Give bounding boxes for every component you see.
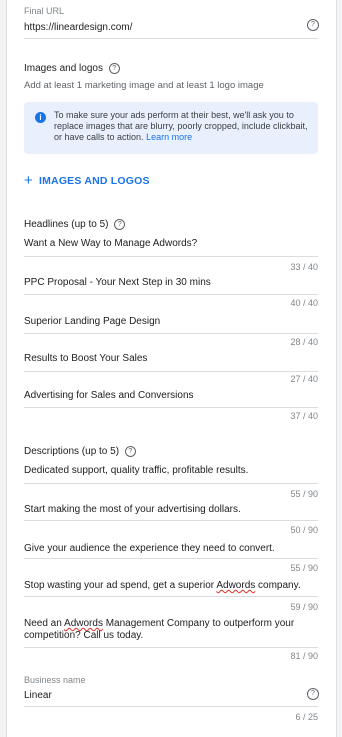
left-frame-border — [0, 0, 7, 737]
descriptions-title-text: Descriptions (up to 5) — [24, 446, 120, 457]
headlines-section-title: Headlines (up to 5) ? — [24, 219, 126, 230]
description-counter-4: 59 / 90 — [290, 602, 318, 612]
description-4-misspelled-word: Adwords — [216, 580, 256, 591]
add-images-label: IMAGES AND LOGOS — [38, 175, 150, 187]
description-underline-2 — [24, 520, 318, 521]
images-help-icon[interactable]: ? — [108, 63, 120, 74]
headline-input-4[interactable]: Results to Boost Your Sales — [24, 353, 147, 364]
description-input-3[interactable]: Give your audience the experience they n… — [24, 543, 275, 554]
business-name-label: Business name — [24, 675, 86, 685]
description-underline-3 — [24, 558, 318, 559]
headline-input-1[interactable]: Want a New Way to Manage Adwords? — [24, 238, 197, 249]
right-frame-border — [336, 0, 342, 737]
description-counter-5: 81 / 90 — [290, 651, 318, 661]
images-section-title: Images and logos ? — [24, 63, 120, 74]
add-images-and-logos-button[interactable]: + IMAGES AND LOGOS — [24, 173, 150, 189]
description-4-part-c: company. — [255, 580, 301, 591]
description-underline-4 — [24, 596, 318, 597]
final-url-help-icon[interactable]: ? — [307, 19, 319, 31]
plus-icon: + — [24, 172, 33, 189]
headline-input-5[interactable]: Advertising for Sales and Conversions — [24, 390, 194, 401]
description-5-line-2: competition? Call us today. — [24, 630, 144, 641]
images-title-text: Images and logos — [24, 63, 103, 74]
descriptions-section-title: Descriptions (up to 5) ? — [24, 446, 136, 457]
headline-counter-2: 40 / 40 — [290, 298, 318, 308]
description-underline-5 — [24, 647, 318, 648]
description-5-part-a: Need an — [24, 618, 65, 629]
headline-underline-2 — [24, 294, 318, 295]
description-5-part-c: Management Company to outperform your — [102, 618, 295, 629]
headline-underline-4 — [24, 371, 318, 372]
business-name-help-icon[interactable]: ? — [307, 688, 319, 700]
description-counter-1: 55 / 90 — [290, 489, 318, 499]
business-name-underline — [24, 706, 318, 707]
headlines-title-text: Headlines (up to 5) — [24, 219, 109, 230]
headline-underline-3 — [24, 333, 318, 334]
business-name-input[interactable]: Linear — [24, 690, 52, 701]
description-input-1[interactable]: Dedicated support, quality traffic, prof… — [24, 465, 248, 476]
headline-counter-3: 28 / 40 — [290, 337, 318, 347]
learn-more-link[interactable]: Learn more — [146, 132, 192, 142]
description-underline-1 — [24, 483, 318, 484]
description-input-5[interactable]: Need an Adwords Management Company to ou… — [24, 618, 318, 642]
headline-counter-1: 33 / 40 — [290, 262, 318, 272]
business-name-counter: 6 / 25 — [295, 712, 318, 722]
description-input-4[interactable]: Stop wasting your ad spend, get a superi… — [24, 580, 301, 591]
final-url-input[interactable]: https://lineardesign.com/ — [24, 22, 132, 33]
description-5-misspelled-word: Adwords — [64, 618, 103, 629]
headline-underline-1 — [24, 256, 318, 257]
descriptions-help-icon[interactable]: ? — [124, 446, 136, 457]
info-banner-text: To make sure your ads perform at their b… — [54, 110, 310, 143]
headline-input-2[interactable]: PPC Proposal - Your Next Step in 30 mins — [24, 277, 211, 288]
info-icon: i — [35, 112, 46, 123]
images-subtitle: Add at least 1 marketing image and at le… — [24, 80, 264, 91]
headline-input-3[interactable]: Superior Landing Page Design — [24, 316, 160, 327]
description-4-part-a: Stop wasting your ad spend, get a superi… — [24, 580, 217, 591]
final-url-underline — [24, 38, 318, 39]
headline-underline-5 — [24, 407, 318, 408]
final-url-label: Final URL — [24, 6, 65, 16]
headlines-help-icon[interactable]: ? — [114, 219, 126, 230]
description-counter-2: 50 / 90 — [290, 525, 318, 535]
headline-counter-5: 37 / 40 — [290, 411, 318, 421]
description-counter-3: 55 / 90 — [290, 563, 318, 573]
images-info-banner: i To make sure your ads perform at their… — [24, 102, 318, 154]
headline-counter-4: 27 / 40 — [290, 374, 318, 384]
description-input-2[interactable]: Start making the most of your advertisin… — [24, 504, 241, 515]
